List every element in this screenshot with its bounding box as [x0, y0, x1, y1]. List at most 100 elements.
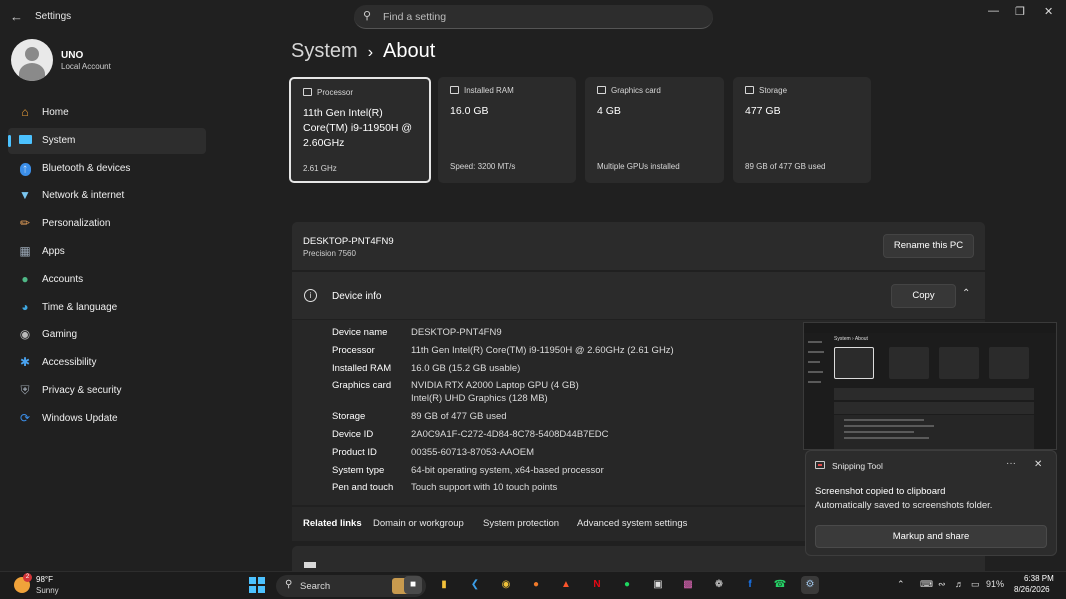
rename-pc-button[interactable]: Rename this PC — [883, 234, 974, 258]
graphics-card[interactable]: Graphics card 4 GB Multiple GPUs install… — [585, 77, 724, 183]
sidebar-item-label: System — [42, 134, 76, 146]
wifi-icon: ▼ — [19, 188, 31, 203]
whatsapp-icon[interactable]: ☎ — [771, 576, 789, 594]
shield-icon: ⛨ — [20, 382, 30, 397]
battery-icon[interactable]: ▭ — [971, 579, 980, 590]
spec-value[interactable]: 89 GB of 477 GB used — [411, 411, 507, 422]
sidebar-item-bluetooth[interactable]: ᛏ Bluetooth & devices — [8, 156, 206, 182]
link-system-protection[interactable]: System protection — [483, 518, 559, 529]
store-icon[interactable]: ▣ — [649, 576, 667, 594]
storage-icon — [745, 86, 754, 94]
sidebar-item-accounts[interactable]: ● Accounts — [8, 267, 206, 293]
back-arrow-icon[interactable]: ← — [10, 9, 23, 24]
device-name-panel: DESKTOP-PNT4FN9 Precision 7560 Rename th… — [292, 222, 985, 270]
close-icon[interactable]: ✕ — [1034, 459, 1042, 470]
device-name: DESKTOP-PNT4FN9 — [303, 236, 394, 247]
sidebar-item-time-language[interactable]: ◕ Time & language — [8, 295, 206, 321]
device-info-header[interactable]: i Device info Copy ⌃ — [292, 272, 985, 319]
spec-value[interactable]: Intel(R) UHD Graphics (128 MB) — [411, 393, 548, 404]
link-advanced-system-settings[interactable]: Advanced system settings — [577, 518, 687, 529]
ram-card[interactable]: Installed RAM 16.0 GB Speed: 3200 MT/s — [438, 77, 576, 183]
task-view-icon[interactable]: ■ — [404, 576, 422, 594]
copy-button[interactable]: Copy — [891, 284, 956, 308]
spec-key: Installed RAM — [332, 363, 392, 374]
keyboard-icon[interactable]: ⌨ — [920, 579, 933, 590]
weather-temperature[interactable]: 98°F — [36, 575, 53, 584]
sidebar-item-home[interactable]: ⌂ Home — [8, 100, 206, 126]
minimize-button[interactable]: — — [988, 5, 999, 17]
netflix-icon[interactable]: N — [588, 576, 606, 594]
close-button[interactable]: ✕ — [1044, 5, 1053, 18]
maximize-button[interactable]: ❐ — [1015, 5, 1025, 18]
spec-key: Graphics card — [332, 380, 392, 391]
sidebar-item-accessibility[interactable]: ✱ Accessibility — [8, 350, 206, 376]
chrome-icon[interactable]: ◉ — [497, 576, 515, 594]
settings-gear-icon[interactable]: ⚙ — [801, 576, 819, 594]
firefox-icon[interactable]: ● — [527, 576, 545, 594]
thumb-card — [889, 347, 929, 379]
snipping-tool-notification[interactable]: Snipping Tool ··· ✕ Screenshot copied to… — [805, 450, 1057, 556]
sidebar-item-label: Personalization — [42, 218, 111, 230]
file-explorer-icon[interactable]: ▮ — [435, 576, 453, 594]
sidebar-item-windows-update[interactable]: ⟳ Windows Update — [8, 406, 206, 432]
sidebar-item-label: Gaming — [42, 329, 78, 341]
avatar-body-shape — [19, 63, 45, 81]
accounts-icon: ● — [21, 271, 29, 286]
spec-value[interactable]: 11th Gen Intel(R) Core(TM) i9-11950H @ 2… — [411, 345, 674, 356]
sidebar-item-system[interactable]: System — [8, 127, 206, 154]
speaker-icon[interactable]: ♬ — [955, 579, 964, 589]
sidebar-item-label: Privacy & security — [42, 384, 122, 396]
storage-card[interactable]: Storage 477 GB 89 GB of 477 GB used — [733, 77, 871, 183]
markup-and-share-button[interactable]: Markup and share — [815, 525, 1047, 548]
settings-search-input[interactable]: ⚲ Find a setting — [354, 5, 713, 29]
photos-icon[interactable]: ▩ — [679, 576, 697, 594]
spotify-icon[interactable]: ● — [618, 576, 636, 594]
vscode-icon[interactable]: ❮ — [466, 576, 484, 594]
chatgpt-icon[interactable]: ❁ — [710, 576, 728, 594]
breadcrumb-separator: › — [367, 44, 374, 61]
thumb-panel — [834, 388, 1034, 400]
thumb-line — [808, 371, 823, 373]
card-sub: 89 GB of 477 GB used — [745, 162, 826, 171]
sidebar-item-personalization[interactable]: ✏ Personalization — [8, 211, 206, 237]
spec-value[interactable]: Touch support with 10 touch points — [411, 482, 557, 493]
notification-title: Screenshot copied to clipboard — [815, 486, 946, 497]
taskbar: 2 98°F Sunny ⚲ Search ■ ▮ ❮ ◉ ● ▲ N ● ▣ … — [0, 571, 1066, 599]
sidebar-item-label: Windows Update — [42, 412, 118, 424]
card-sub: 2.61 GHz — [303, 164, 337, 173]
spec-value[interactable]: 16.0 GB (15.2 GB usable) — [411, 363, 520, 374]
thumb-line — [808, 341, 822, 343]
spec-value[interactable]: DESKTOP-PNT4FN9 — [411, 327, 502, 338]
processor-card[interactable]: Processor 11th Gen Intel(R) Core(TM) i9-… — [289, 77, 431, 183]
spec-value[interactable]: NVIDIA RTX A2000 Laptop GPU (4 GB) — [411, 380, 579, 391]
card-label: Storage — [759, 86, 788, 95]
thumb-sidebar — [808, 337, 828, 437]
spec-key: Pen and touch — [332, 482, 394, 493]
sidebar-item-gaming[interactable]: ◉ Gaming — [8, 322, 206, 348]
link-domain-workgroup[interactable]: Domain or workgroup — [373, 518, 464, 529]
spec-value[interactable]: 00355-60713-87053-AAOEM — [411, 447, 534, 458]
spec-value[interactable]: 2A0C9A1F-C272-4D84-8C78-5408D44B7EDC — [411, 429, 609, 440]
chevron-up-icon[interactable]: ⌃ — [897, 579, 905, 590]
brave-icon[interactable]: ▲ — [557, 576, 575, 594]
more-options-icon[interactable]: ··· — [1006, 458, 1016, 469]
home-icon: ⌂ — [21, 105, 29, 119]
sidebar-item-label: Time & language — [42, 301, 118, 313]
sidebar-item-apps[interactable]: ▦ Apps — [8, 239, 206, 265]
sidebar-item-network[interactable]: ▼ Network & internet — [8, 183, 206, 209]
start-button[interactable] — [249, 577, 265, 593]
sidebar-item-privacy[interactable]: ⛨ Privacy & security — [8, 378, 206, 404]
spec-key: Product ID — [332, 447, 377, 458]
clock-time[interactable]: 6:38 PM — [1024, 574, 1054, 583]
battery-percentage[interactable]: 91% — [986, 579, 1004, 589]
screenshot-thumbnail[interactable]: System › About — [803, 322, 1057, 450]
sidebar-nav: ⌂ Home System ᛏ Bluetooth & devices ▼ Ne… — [8, 100, 206, 434]
spec-value[interactable]: 64-bit operating system, x64-based proce… — [411, 465, 604, 476]
avatar[interactable] — [11, 39, 53, 81]
wifi-icon[interactable]: ∾ — [938, 579, 946, 590]
facebook-icon[interactable]: f — [741, 576, 759, 594]
weather-description[interactable]: Sunny — [36, 586, 59, 595]
clock-date[interactable]: 8/26/2026 — [1014, 585, 1050, 594]
breadcrumb-parent[interactable]: System — [291, 40, 358, 62]
chevron-up-icon[interactable]: ⌃ — [962, 288, 970, 299]
